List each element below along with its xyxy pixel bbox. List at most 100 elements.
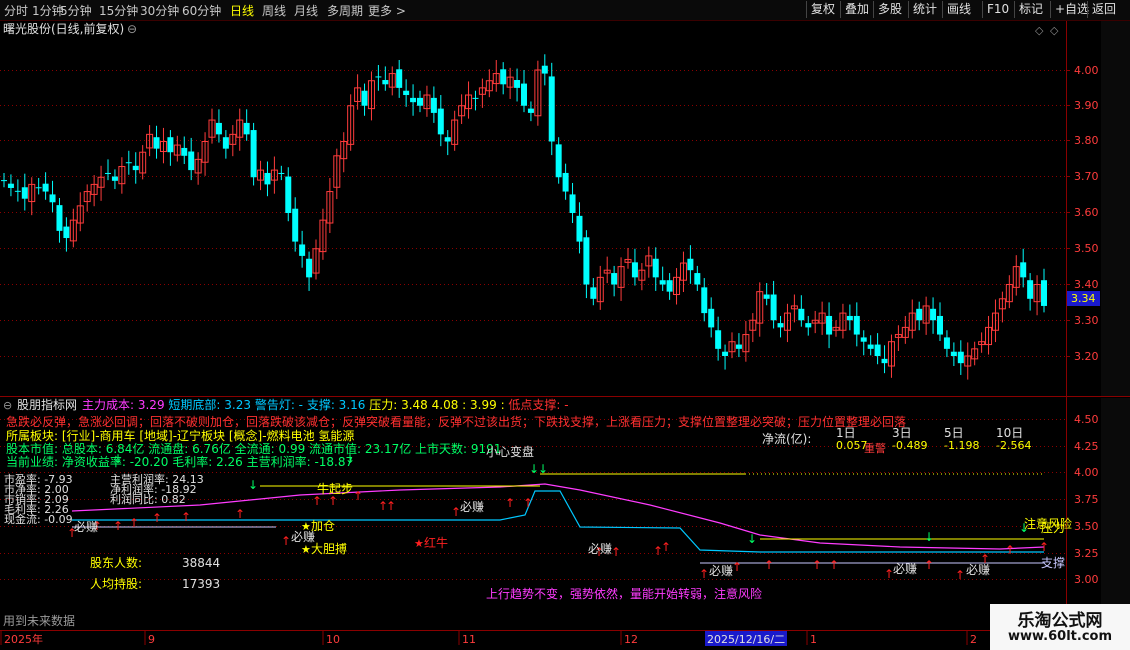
tab-timeframe-2[interactable]: 5分钟 [60,2,92,19]
buy-arrow-icon: ↑ [699,567,709,581]
collapse-icon[interactable]: ⊖ [127,22,137,36]
marker-label-zhongjing: 重警 [864,441,886,455]
buy-arrow-icon: ↑ [181,510,191,524]
candle-body-down [798,308,805,321]
candle-body-down [299,244,306,256]
buy-arrow-icon: ↑ [764,558,774,572]
performance-line: 当前业绩: 净资收益率: -20.20 毛利率: 2.26 主营利润率: -18… [6,454,353,469]
tab-timeframe-9[interactable]: 多周期 [327,2,363,19]
price-tick-label: 4.00 [1074,64,1099,77]
last-price-value: 3.34 [1071,292,1096,305]
candle-body-down [375,76,382,78]
buy-arrow-icon: ↑ [312,494,322,508]
marker-label-biz: 必赚 [709,563,733,578]
tab-timeframe-1[interactable]: 1分钟 [32,2,64,19]
candle-body-down [708,308,715,328]
candle-body-down [583,237,590,285]
candle-body-down [826,315,833,335]
date-axis: 2025年 9 10 11 12 2025/12/16/二 1 2 [0,630,1130,650]
buy-arrow-icon: ↑ [235,507,245,521]
indicator-param: 4.08 : [432,398,470,412]
candle-body-down [777,323,784,328]
date-axis-label: 10 [326,633,340,646]
indicator-param: 支撑: 3.16 [307,397,369,412]
candle-body-down [701,287,708,314]
toolbar-button-0[interactable]: 复权 [806,1,839,18]
indicator-name[interactable]: 股朋指标网 [17,397,77,412]
tab-timeframe-3[interactable]: 15分钟 [99,2,138,19]
toolbar-button-5[interactable]: F10 [982,1,1013,18]
toolbar-button-1[interactable]: 叠加 [840,1,873,18]
indicator-collapse-icon[interactable]: ⊖ [3,399,12,412]
candle-body-down [569,194,576,213]
date-axis-label: 2 [970,633,977,646]
sell-arrow-icon: ↓ [113,452,123,466]
marker-label-niuqibu: 牛起步 [317,481,353,496]
sell-arrow-icon: ↓ [248,478,258,492]
toolbar-button-3[interactable]: 统计 [908,1,941,18]
per-capita-value: 17393 [182,577,220,591]
main-panel-bg[interactable] [0,20,1066,396]
tab-timeframe-7[interactable]: 周线 [262,2,286,19]
candle-body-down [56,205,63,231]
candle-body-down [153,137,160,149]
future-data-note: 用到未来数据 [3,613,75,628]
candle-body-down [715,330,722,349]
candle-body-down [292,208,299,242]
buy-arrow-icon: ↑ [955,568,965,582]
tab-timeframe-10[interactable]: 更多 > [368,2,406,19]
marker-label-biz: 必赚 [460,499,484,514]
tab-timeframe-6[interactable]: 日线 [230,2,254,19]
candle-body-down [950,351,957,356]
tab-timeframe-5[interactable]: 60分钟 [182,2,221,19]
buy-arrow-icon: ↑ [386,499,396,513]
buy-arrow-icon: ↑ [113,519,123,533]
buy-arrow-icon: ↑ [812,558,822,572]
candle-body-down [611,273,618,285]
tab-timeframe-8[interactable]: 月线 [294,2,318,19]
candle-body-down [444,137,451,142]
candle-body-down [35,187,42,189]
buy-arrow-icon: ↑ [1039,540,1049,554]
candle-body-down [42,183,49,192]
indicator-param: 短期底部: 3.23 [168,397,254,412]
sell-arrow-icon: ↓ [747,532,757,546]
date-axis-label: 2025年 [4,632,43,646]
candle-body-down [278,172,285,174]
price-tick-label: 3.90 [1074,99,1099,112]
tab-timeframe-4[interactable]: 30分钟 [140,2,179,19]
candle-body-down [881,358,888,364]
tab-timeframe-0[interactable]: 分时 [4,2,28,19]
watermark: 乐淘公式网 www.60lt.com [990,604,1130,650]
candle-body-down [576,215,583,242]
candle-body-down [430,97,437,113]
date-axis-label: 9 [148,633,155,646]
settings-icon[interactable]: ◇ [1050,24,1059,37]
candle-body-down [1020,262,1027,278]
candle-body-down [853,315,860,335]
buy-arrow-icon: ↑ [924,558,934,572]
toolbar-button-2[interactable]: 多股 [873,1,906,18]
candle-body-down [188,151,195,171]
toolbar-button-8[interactable]: 返回 [1087,1,1120,18]
candle-body-down [874,344,881,356]
indicator-tick-label: 3.25 [1074,547,1099,560]
candle-body-down [306,258,313,278]
toolbar-button-4[interactable]: 画线 [942,1,975,18]
per-capita-label: 人均持股: [90,576,142,591]
expand-icon[interactable]: ◇ [1035,24,1044,37]
sell-arrow-icon: ↓ [924,530,934,544]
marker-label-biz: 必赚 [966,562,990,577]
chart-canvas[interactable]: 曙光股份(日线,前复权) ⊖ ◇ ◇ 4.00 3.90 3.80 3.70 3.60 3… [0,0,1130,650]
star-icon: ★ [301,543,311,556]
candle-body-down [250,130,257,178]
marker-label-jiacang: 加仓 [311,519,335,533]
candle-body-down [541,65,548,74]
candle-body-down [132,165,139,171]
price-tick-label: 3.20 [1074,350,1099,363]
marker-label-zhicheng: 支撑 [1041,555,1065,570]
holders-value: 38844 [182,556,220,570]
toolbar-button-6[interactable]: 标记 [1014,1,1047,18]
candle-body-down [652,258,659,278]
candle-body-down [527,108,534,113]
